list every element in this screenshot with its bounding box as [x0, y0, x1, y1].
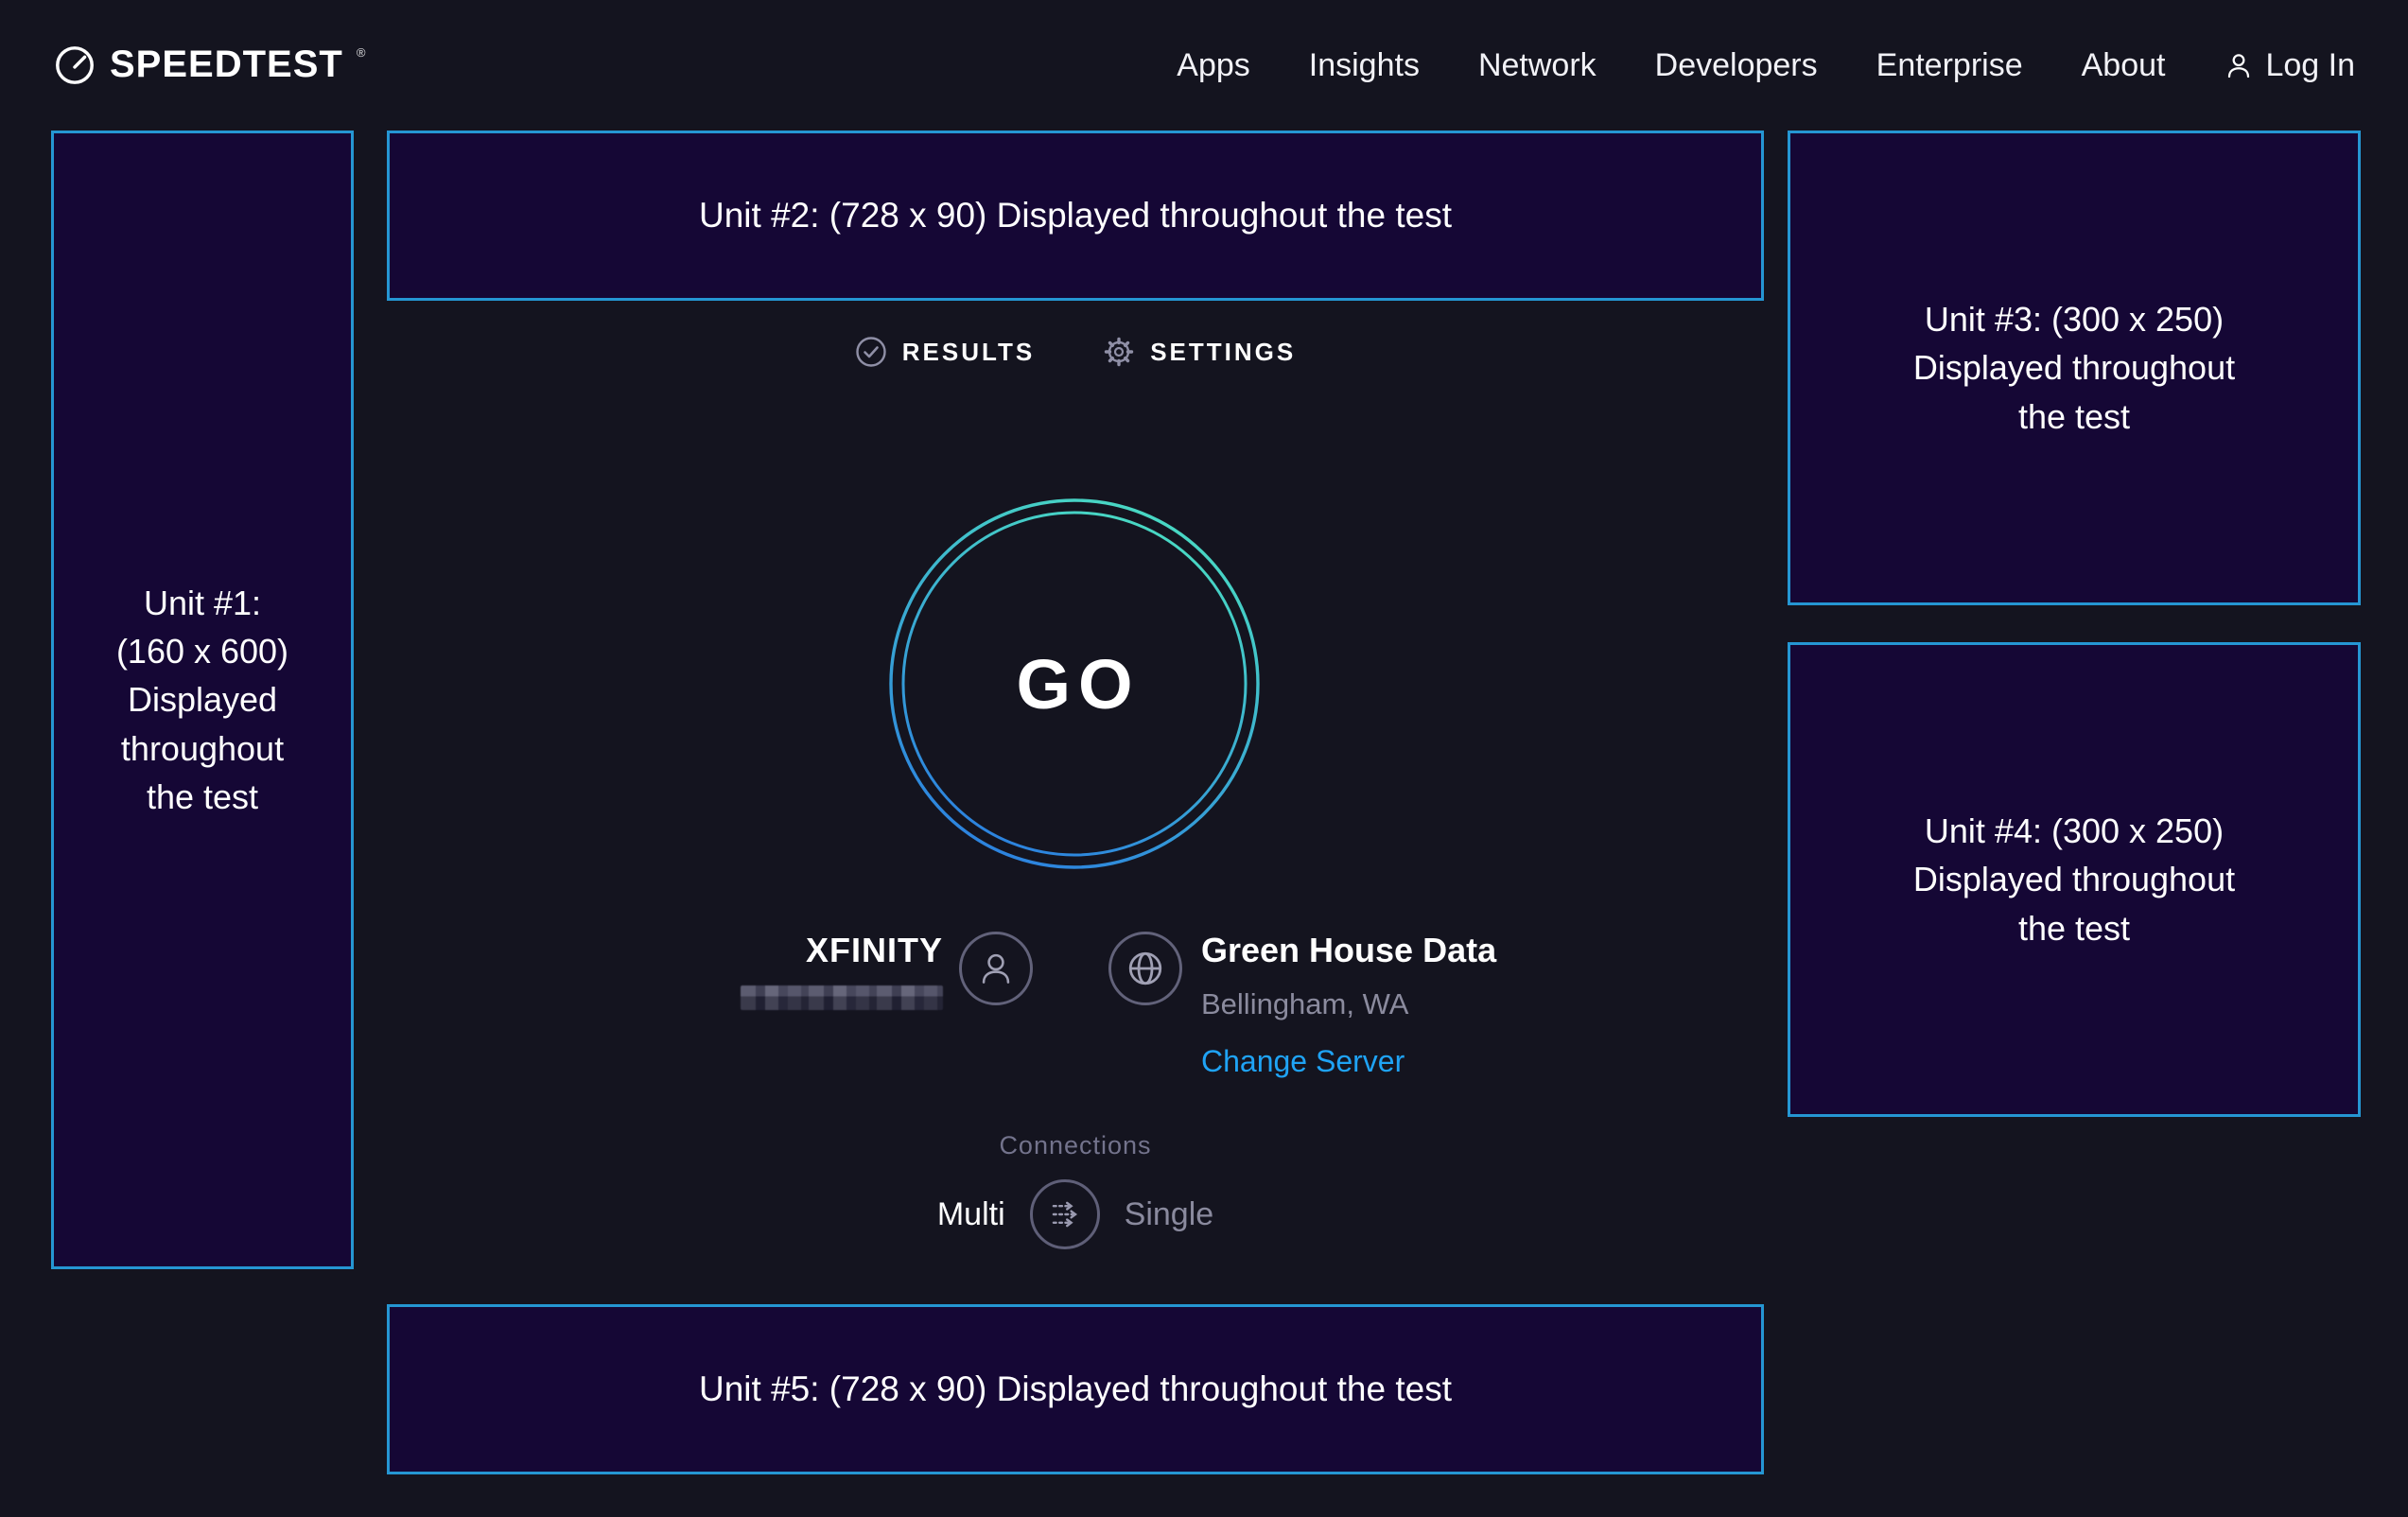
speedtest-page: SPEEDTEST ® Apps Insights Network Develo… — [0, 0, 2408, 1517]
ad-unit-2[interactable]: Unit #2: (728 x 90) Displayed throughout… — [387, 131, 1764, 301]
tab-results[interactable]: RESULTS — [855, 336, 1035, 368]
ad-unit-1-text: Unit #1: (160 x 600) Displayed throughou… — [108, 579, 297, 821]
isp-badge — [959, 932, 1033, 1005]
ad-unit-5-text: Unit #5: (728 x 90) Displayed throughout… — [699, 1369, 1452, 1409]
speedometer-icon — [53, 44, 96, 87]
speedtest-logo[interactable]: SPEEDTEST ® — [53, 44, 365, 87]
go-label: GO — [1008, 644, 1140, 724]
server-badge — [1108, 932, 1182, 1005]
login-label: Log In — [2265, 47, 2355, 84]
header: SPEEDTEST ® Apps Insights Network Develo… — [0, 0, 2408, 131]
connections-label: Connections — [387, 1131, 1764, 1160]
connections-row: Multi Single — [387, 1179, 1764, 1249]
nav-item-developers[interactable]: Developers — [1655, 47, 1818, 84]
server-info: Green House Data Bellingham, WA Change S… — [1201, 931, 1496, 1079]
server-name: Green House Data — [1201, 931, 1496, 970]
ad-unit-3[interactable]: Unit #3: (300 x 250) Displayed throughou… — [1788, 131, 2361, 605]
isp-info: XFINITY — [741, 931, 943, 1010]
ad-unit-1[interactable]: Unit #1: (160 x 600) Displayed throughou… — [51, 131, 354, 1269]
tabs-bar: RESULTS SETTINGS — [387, 336, 1764, 368]
settings-gear-icon — [1103, 336, 1135, 368]
ip-address-redacted — [741, 985, 943, 1010]
tab-results-label: RESULTS — [902, 338, 1035, 367]
change-server-link[interactable]: Change Server — [1201, 1044, 1405, 1079]
server-location: Bellingham, WA — [1201, 987, 1496, 1021]
tab-settings-label: SETTINGS — [1150, 338, 1296, 367]
nav-item-insights[interactable]: Insights — [1309, 47, 1420, 84]
go-button[interactable]: GO — [885, 495, 1264, 873]
results-check-icon — [855, 336, 887, 368]
multi-connection-arrows-icon — [1044, 1194, 1086, 1235]
nav-item-network[interactable]: Network — [1478, 47, 1597, 84]
main-nav: Apps Insights Network Developers Enterpr… — [1177, 47, 2355, 84]
globe-icon — [1125, 949, 1165, 988]
trademark-symbol: ® — [357, 45, 366, 60]
connections-multi-option[interactable]: Multi — [937, 1196, 1005, 1233]
ad-unit-5[interactable]: Unit #5: (728 x 90) Displayed throughout… — [387, 1304, 1764, 1474]
user-icon — [2224, 50, 2254, 80]
ad-unit-4-text: Unit #4: (300 x 250) Displayed throughou… — [1899, 807, 2249, 951]
nav-item-enterprise[interactable]: Enterprise — [1876, 47, 2023, 84]
ad-unit-3-text: Unit #3: (300 x 250) Displayed throughou… — [1899, 295, 2249, 440]
person-icon — [977, 949, 1015, 988]
connections-toggle[interactable] — [1030, 1179, 1100, 1249]
ad-unit-2-text: Unit #2: (728 x 90) Displayed throughout… — [699, 196, 1452, 235]
isp-name: XFINITY — [741, 931, 943, 970]
login-link[interactable]: Log In — [2224, 47, 2355, 84]
tab-settings[interactable]: SETTINGS — [1103, 336, 1296, 368]
nav-item-about[interactable]: About — [2082, 47, 2166, 84]
ad-unit-4[interactable]: Unit #4: (300 x 250) Displayed throughou… — [1788, 642, 2361, 1117]
connections-single-option[interactable]: Single — [1125, 1196, 1214, 1233]
nav-item-apps[interactable]: Apps — [1177, 47, 1250, 84]
brand-wordmark: SPEEDTEST — [110, 44, 343, 85]
